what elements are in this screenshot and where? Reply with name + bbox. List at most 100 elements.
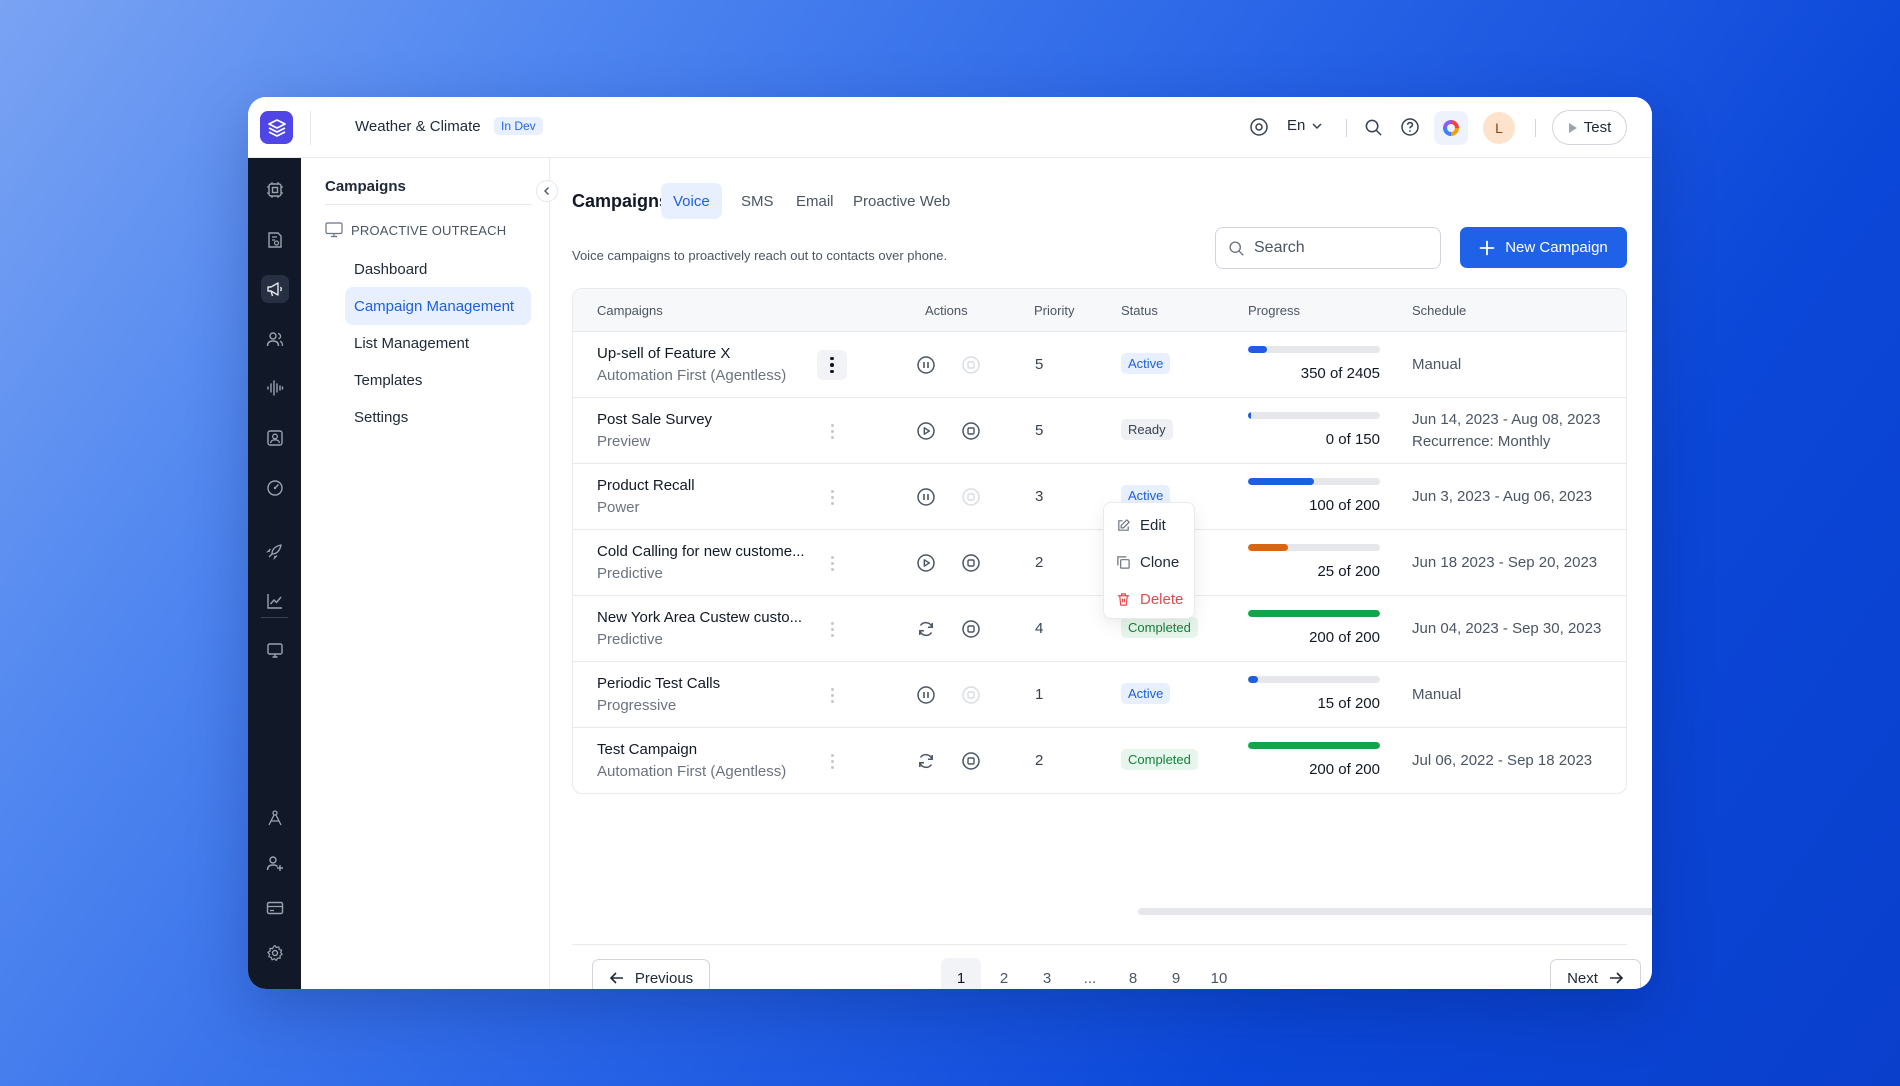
pause-icon[interactable] — [916, 487, 936, 507]
page-2[interactable]: 2 — [984, 958, 1024, 989]
more-options-icon[interactable] — [817, 416, 847, 446]
table-row[interactable]: Up-sell of Feature X Automation First (Ag… — [573, 332, 1626, 398]
sidebar-title: Campaigns — [325, 178, 406, 195]
priority-value: 2 — [1035, 554, 1044, 571]
collapse-sidebar-button[interactable] — [536, 180, 558, 202]
app-logo-icon[interactable] — [260, 111, 293, 144]
pause-icon[interactable] — [916, 685, 936, 705]
header-progress[interactable]: Progress — [1248, 303, 1300, 318]
pause-icon[interactable] — [916, 355, 936, 375]
search-input[interactable] — [1254, 239, 1424, 257]
page-3[interactable]: 3 — [1027, 958, 1067, 989]
header-status[interactable]: Status — [1121, 303, 1158, 318]
language-selector[interactable]: En — [1287, 117, 1324, 134]
new-campaign-button[interactable]: New Campaign — [1460, 227, 1627, 268]
more-options-icon[interactable] — [817, 548, 847, 578]
campaign-name[interactable]: Periodic Test Calls — [597, 675, 720, 692]
more-options-icon[interactable] — [817, 482, 847, 512]
rocket-icon[interactable] — [261, 537, 289, 565]
stop-icon[interactable] — [961, 751, 981, 771]
previous-button[interactable]: Previous — [592, 959, 710, 989]
sidebar-item-dashboard[interactable]: Dashboard — [345, 250, 531, 288]
gauge-icon[interactable] — [261, 474, 289, 502]
waveform-icon[interactable] — [261, 374, 289, 402]
campaigns-table: Campaigns Actions Priority Status Progre… — [572, 288, 1627, 794]
sidebar-item-templates[interactable]: Templates — [345, 361, 531, 399]
target-icon[interactable] — [1249, 117, 1269, 137]
tab-sms[interactable]: SMS — [729, 183, 786, 219]
stop-icon[interactable] — [961, 421, 981, 441]
page-9[interactable]: 9 — [1156, 958, 1196, 989]
monitor-icon[interactable] — [261, 636, 289, 664]
integrations-button[interactable] — [1434, 111, 1468, 145]
page-1[interactable]: 1 — [941, 958, 981, 989]
test-button[interactable]: Test — [1552, 110, 1627, 145]
sidebar-item-campaign-management[interactable]: Campaign Management — [345, 287, 531, 325]
more-options-icon[interactable] — [817, 746, 847, 776]
tab-voice[interactable]: Voice — [661, 183, 722, 219]
tab-email[interactable]: Email — [784, 183, 846, 219]
search-icon — [1229, 240, 1244, 256]
stop-icon[interactable] — [961, 553, 981, 573]
priority-value: 4 — [1035, 620, 1044, 637]
document-search-icon[interactable] — [261, 226, 289, 254]
page-title: Campaigns — [572, 191, 670, 211]
next-button[interactable]: Next — [1550, 959, 1641, 989]
users-icon[interactable] — [261, 325, 289, 353]
play-icon[interactable] — [916, 421, 936, 441]
progress-bar — [1248, 412, 1380, 419]
menu-item-label: Edit — [1140, 516, 1166, 534]
campaign-name[interactable]: Test Campaign — [597, 741, 697, 758]
progress-bar — [1248, 610, 1380, 617]
table-row[interactable]: Test Campaign Automation First (Agentless… — [573, 728, 1626, 793]
campaign-name[interactable]: Cold Calling for new custome... — [597, 543, 805, 560]
menu-item-edit[interactable]: Edit — [1116, 513, 1166, 537]
sidebar-item-list-management[interactable]: List Management — [345, 324, 531, 362]
app-title[interactable]: Weather & Climate — [355, 118, 481, 135]
page-8[interactable]: 8 — [1113, 958, 1153, 989]
search-box[interactable] — [1215, 227, 1441, 269]
campaign-name[interactable]: Up-sell of Feature X — [597, 345, 730, 362]
help-icon[interactable] — [1400, 117, 1420, 137]
campaign-name[interactable]: Product Recall — [597, 477, 695, 494]
status-badge: Active — [1121, 683, 1171, 704]
table-row[interactable]: Post Sale Survey Preview 5 Ready 0 of 150 Jun… — [573, 398, 1626, 464]
horizontal-scrollbar[interactable] — [1138, 908, 1652, 915]
stop-icon — [961, 355, 981, 375]
table-row[interactable]: Periodic Test Calls Progressive 1 Active 15 … — [573, 662, 1626, 728]
campaign-name[interactable]: New York Area Custew custo... — [597, 609, 802, 626]
chart-icon[interactable] — [261, 587, 289, 615]
stop-icon[interactable] — [961, 619, 981, 639]
menu-item-clone[interactable]: Clone — [1116, 550, 1179, 574]
campaign-type: Automation First (Agentless) — [597, 763, 787, 780]
settings-icon[interactable] — [261, 939, 289, 967]
contact-card-icon[interactable] — [261, 424, 289, 452]
restart-icon[interactable] — [916, 619, 936, 639]
search-icon[interactable] — [1363, 117, 1383, 137]
progress-text: 200 of 200 — [1309, 629, 1380, 646]
play-icon[interactable] — [916, 553, 936, 573]
table-row[interactable]: Product Recall Power 3 Active 100 of 200 Jun … — [573, 464, 1626, 530]
credit-card-icon[interactable] — [261, 894, 289, 922]
restart-icon[interactable] — [916, 751, 936, 771]
more-options-icon[interactable] — [817, 614, 847, 644]
tab-proactive-web[interactable]: Proactive Web — [841, 183, 962, 219]
header-schedule[interactable]: Schedule — [1412, 303, 1466, 318]
header-campaigns[interactable]: Campaigns — [597, 303, 663, 318]
progress-fill — [1248, 478, 1314, 485]
more-options-icon[interactable] — [817, 680, 847, 710]
user-plus-icon[interactable] — [261, 849, 289, 877]
campaign-name[interactable]: Post Sale Survey — [597, 411, 712, 428]
header-priority[interactable]: Priority — [1034, 303, 1074, 318]
compass-icon[interactable] — [261, 804, 289, 832]
table-row[interactable]: Cold Calling for new custome... Predictiv… — [573, 530, 1626, 596]
megaphone-icon[interactable] — [261, 275, 289, 303]
avatar[interactable]: L — [1483, 112, 1515, 144]
more-options-icon[interactable] — [817, 350, 847, 380]
menu-item-delete[interactable]: Delete — [1116, 587, 1183, 611]
chip-icon[interactable] — [261, 176, 289, 204]
progress-text: 15 of 200 — [1317, 695, 1380, 712]
page-10[interactable]: 10 — [1199, 958, 1239, 989]
sidebar-item-settings[interactable]: Settings — [345, 398, 531, 436]
table-row[interactable]: New York Area Custew custo... Predictive 4… — [573, 596, 1626, 662]
